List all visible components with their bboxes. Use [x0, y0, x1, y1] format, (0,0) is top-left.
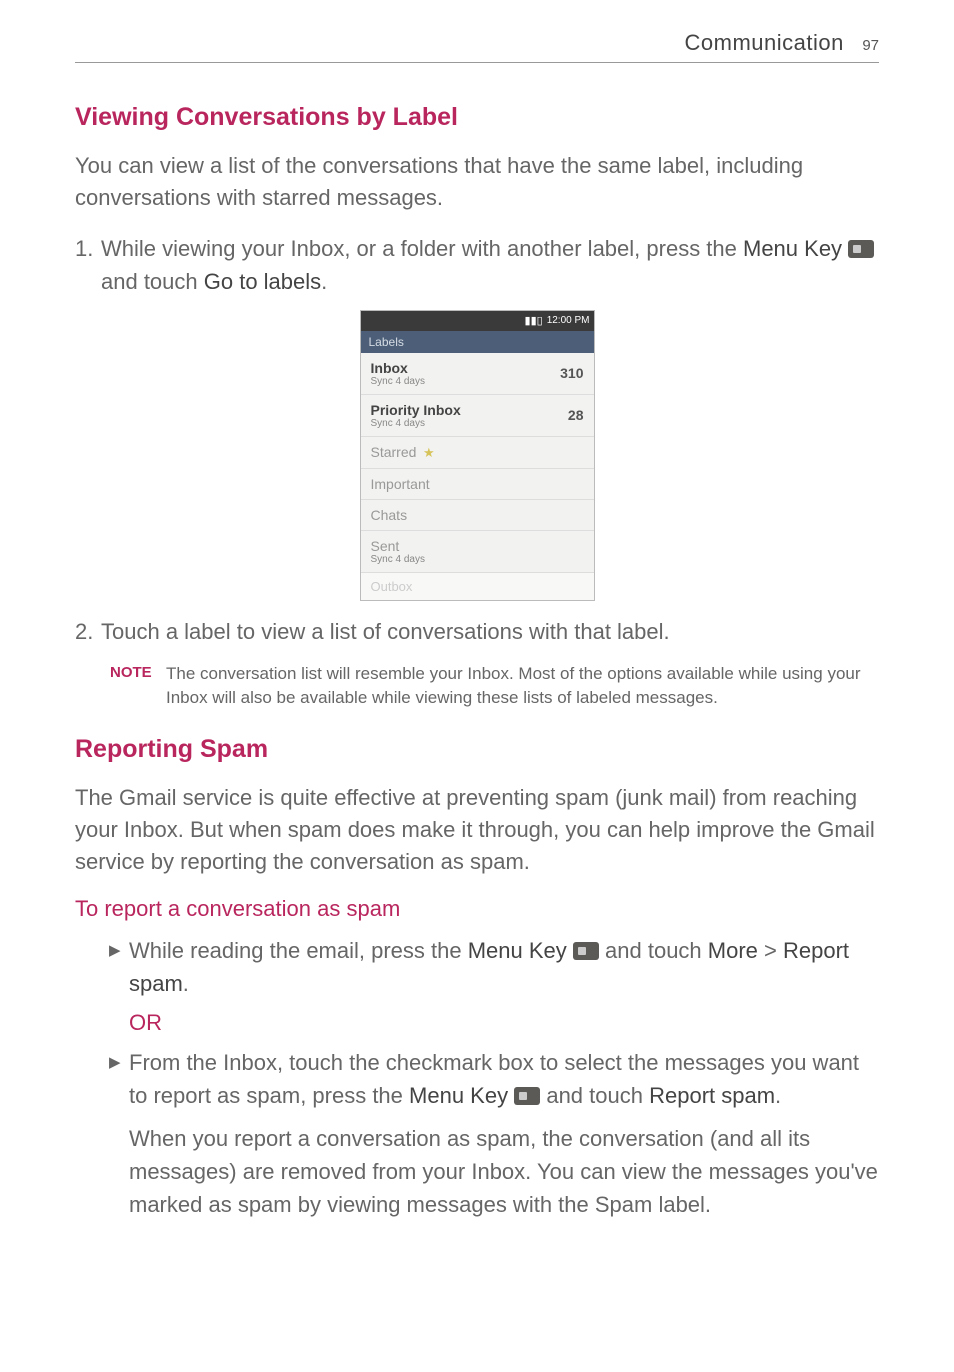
- bullet-2-text-e: .: [775, 1083, 781, 1108]
- label-name: Starred: [371, 444, 417, 460]
- bullet-marker: ▶: [109, 1046, 129, 1112]
- note-body: The conversation list will resemble your…: [166, 662, 879, 710]
- menu-key-icon: [848, 240, 874, 258]
- label-row-important: Important: [361, 469, 594, 500]
- intro-paragraph-1: You can view a list of the conversations…: [75, 150, 879, 214]
- bullet-2-report-spam: Report spam: [649, 1083, 775, 1108]
- step-2-content: Touch a label to view a list of conversa…: [101, 615, 879, 648]
- label-row-sent: Sent Sync 4 days: [361, 531, 594, 573]
- step-1-text-e: .: [321, 269, 327, 294]
- step-1-number: 1.: [75, 232, 101, 298]
- step-1-text-a: While viewing your Inbox, or a folder wi…: [101, 236, 743, 261]
- bullet-1: ▶ While reading the email, press the Men…: [109, 934, 879, 1000]
- or-separator: OR: [129, 1010, 879, 1036]
- heading-viewing-conversations: Viewing Conversations by Label: [75, 103, 879, 132]
- page-header: Communication 97: [75, 30, 879, 63]
- step-1-go-to-labels: Go to labels: [204, 269, 321, 294]
- bullet-2-content: From the Inbox, touch the checkmark box …: [129, 1046, 879, 1112]
- star-icon: ★: [423, 445, 435, 461]
- heading-reporting-spam: Reporting Spam: [75, 735, 879, 764]
- label-count: 310: [560, 365, 583, 381]
- step-2: 2. Touch a label to view a list of conve…: [75, 615, 879, 648]
- bullet-2: ▶ From the Inbox, touch the checkmark bo…: [109, 1046, 879, 1112]
- label-name: Sent: [371, 538, 400, 554]
- bullet-1-text-g: .: [183, 971, 189, 996]
- label-name: Important: [371, 476, 430, 492]
- label-name: Inbox: [371, 360, 408, 376]
- bullet-1-text-a: While reading the email, press the: [129, 938, 468, 963]
- label-count: 28: [568, 407, 584, 423]
- bullet-1-text-e: >: [758, 938, 783, 963]
- bullet-1-more: More: [708, 938, 758, 963]
- step-1: 1. While viewing your Inbox, or a folder…: [75, 232, 879, 298]
- page-number: 97: [862, 37, 879, 54]
- label-sub: Sync 4 days: [371, 554, 425, 565]
- label-sub: Sync 4 days: [371, 418, 461, 429]
- labels-screenshot: ▮▮▯ 12:00 PM Labels Inbox Sync 4 days 31…: [75, 310, 879, 601]
- bullet-marker: ▶: [109, 934, 129, 1000]
- label-row-inbox: Inbox Sync 4 days 310: [361, 353, 594, 395]
- signal-icon: ▮▮▯: [525, 314, 543, 327]
- status-time: 12:00 PM: [547, 315, 590, 326]
- step-1-menu-key: Menu Key: [743, 236, 842, 261]
- label-row-outbox: Outbox: [361, 573, 594, 600]
- label-name: Priority Inbox: [371, 402, 461, 418]
- bullet-1-menu-key: Menu Key: [468, 938, 567, 963]
- label-row-starred: Starred ★: [361, 437, 594, 469]
- bullet-2-menu-key: Menu Key: [409, 1083, 508, 1108]
- sub-heading-report-spam: To report a conversation as spam: [75, 896, 879, 922]
- note-label: NOTE: [110, 662, 166, 710]
- status-bar: ▮▮▯ 12:00 PM: [361, 311, 594, 331]
- label-row-priority: Priority Inbox Sync 4 days 28: [361, 395, 594, 437]
- bullet-1-content: While reading the email, press the Menu …: [129, 934, 879, 1000]
- intro-paragraph-2: The Gmail service is quite effective at …: [75, 782, 879, 878]
- menu-key-icon: [573, 942, 599, 960]
- followup-paragraph: When you report a conversation as spam, …: [129, 1122, 879, 1221]
- phone-screenshot-frame: ▮▮▯ 12:00 PM Labels Inbox Sync 4 days 31…: [360, 310, 595, 601]
- bullet-1-text-c: and touch: [599, 938, 708, 963]
- note-block: NOTE The conversation list will resemble…: [110, 662, 879, 710]
- label-sub: Sync 4 days: [371, 376, 425, 387]
- step-1-content: While viewing your Inbox, or a folder wi…: [101, 232, 879, 298]
- label-name: Chats: [371, 507, 408, 523]
- labels-screen-title: Labels: [361, 331, 594, 353]
- menu-key-icon: [514, 1087, 540, 1105]
- step-2-number: 2.: [75, 615, 101, 648]
- step-1-text-c: and touch: [101, 269, 204, 294]
- bullet-2-text-c: and touch: [540, 1083, 649, 1108]
- header-section-title: Communication: [685, 30, 844, 55]
- label-row-chats: Chats: [361, 500, 594, 531]
